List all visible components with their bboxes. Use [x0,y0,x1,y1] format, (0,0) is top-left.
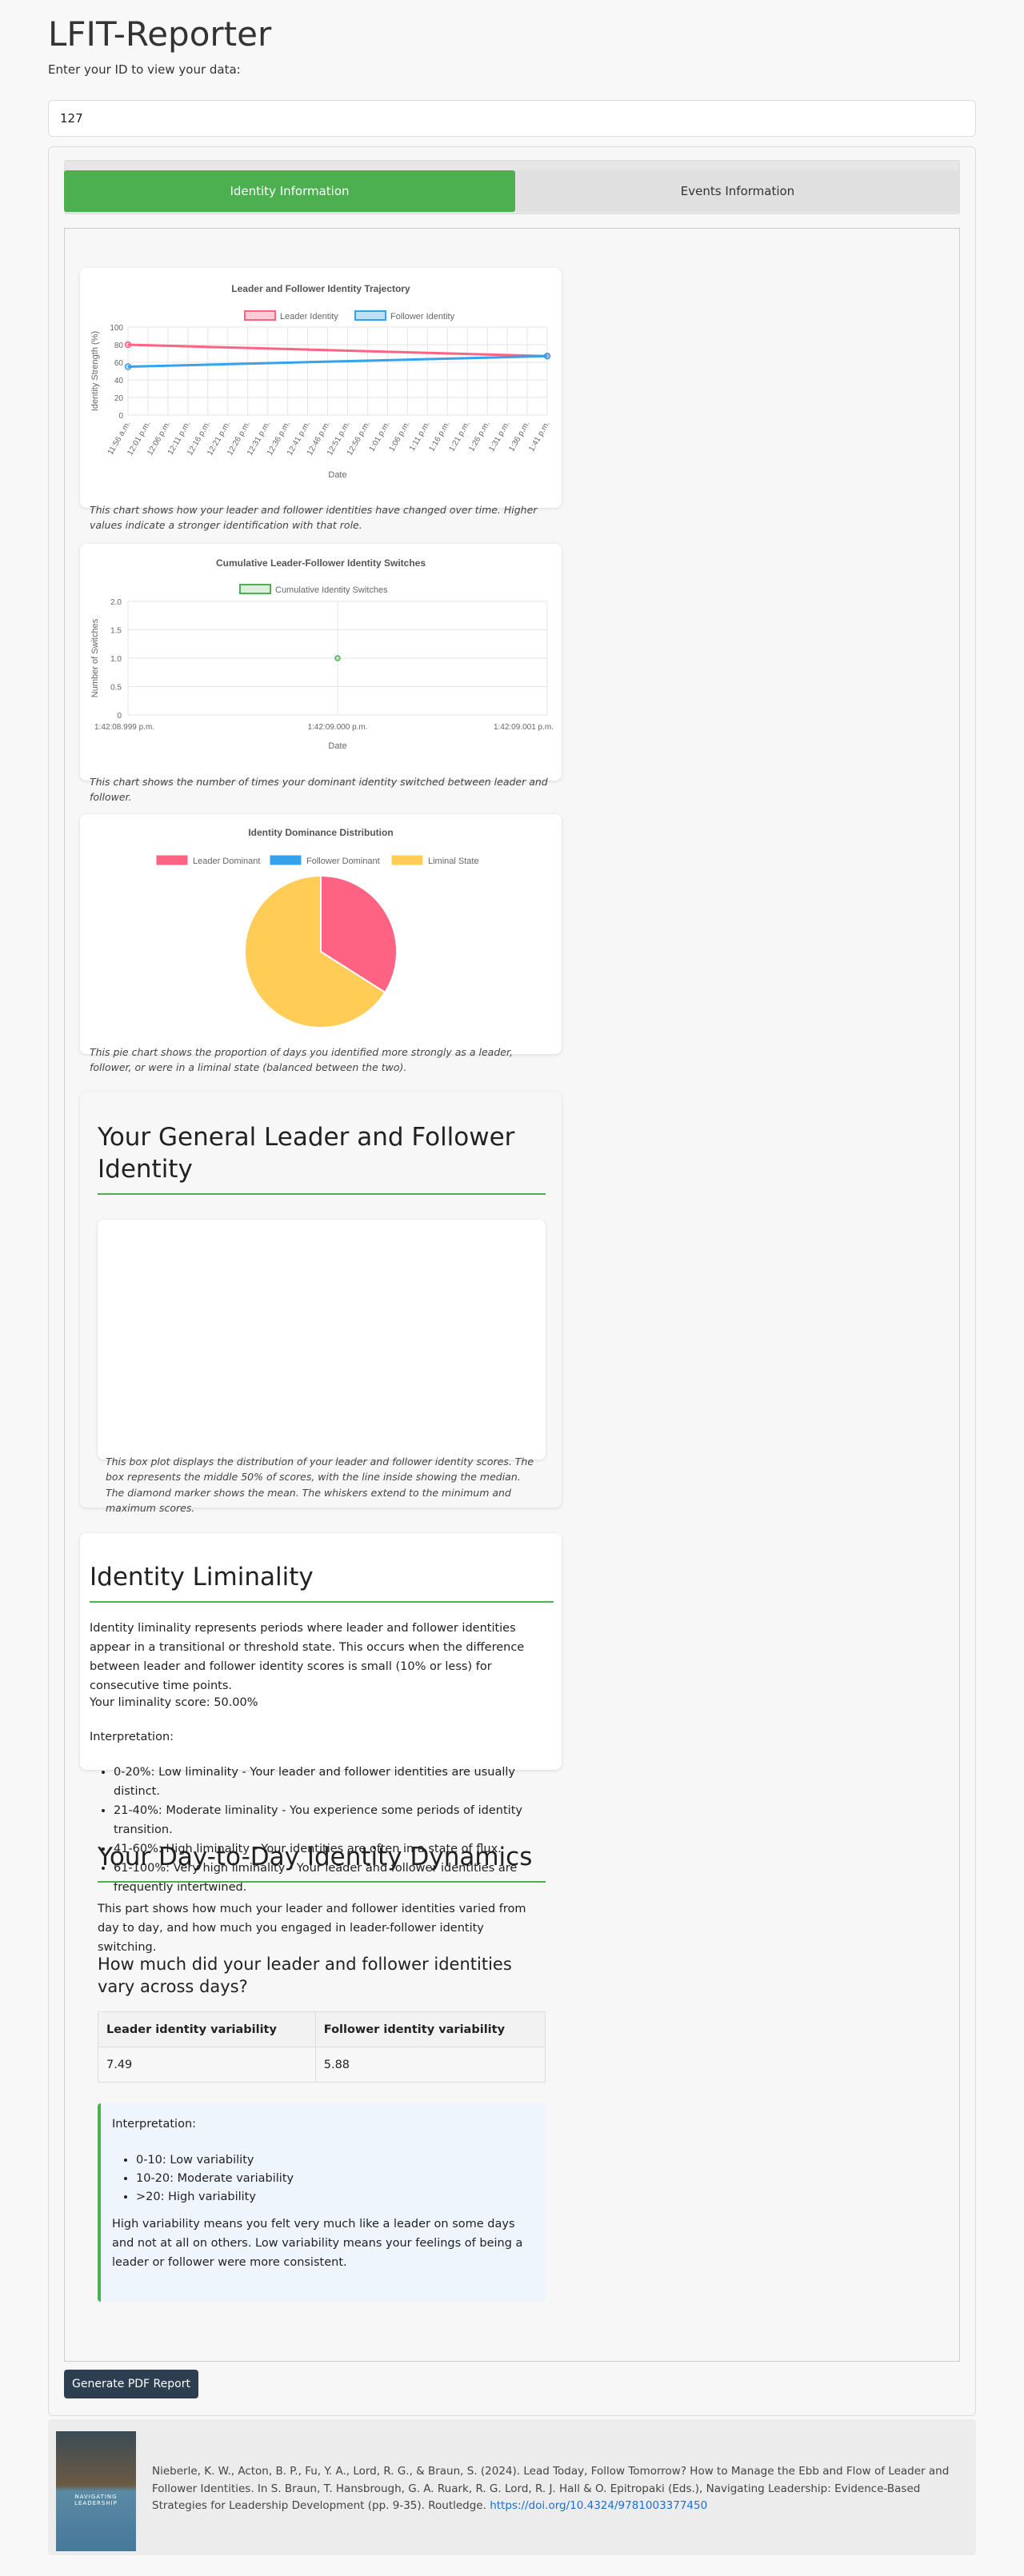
trajectory-chart-caption: This chart shows how your leader and fol… [90,504,538,532]
liminality-score: Your liminality score: 50.00% [90,1696,258,1709]
liminality-interpretation-label: Interpretation: [90,1731,174,1743]
legend-swatch [239,584,271,594]
variability-question: How much did your leader and follower id… [98,1955,512,1997]
box-plot-caption: This box plot displays the distribution … [106,1456,534,1515]
variability-explanation: High variability means you felt very muc… [112,2218,523,2269]
data-point [334,655,341,661]
general-identity-title: Your General Leader and Follower Identit… [98,1123,515,1184]
x-tick-label: 1:42:08.999 p.m. [94,723,154,732]
series-line [127,354,548,368]
liminality-title: Identity Liminality [90,1563,314,1592]
switches-chart-card: Cumulative Leader-Follower Identity Swit… [80,544,562,781]
tab-events-information[interactable]: Events Information [515,170,960,212]
list-item: 10-20: Moderate variability [136,2170,533,2188]
dynamics-interpretation-label: Interpretation: [112,2118,197,2131]
y-tick-label: 2.0 [110,598,122,607]
legend-swatch [244,310,276,321]
legend-label: Cumulative Identity Switches [275,585,388,595]
y-tick-label: 1.0 [110,655,122,664]
box-plot-area [98,1220,546,1460]
legend-label: Follower Identity [390,312,455,322]
list-item: >20: High variability [136,2188,533,2207]
y-axis-label: Identity Strength (%) [90,331,100,411]
section-divider [90,1601,554,1603]
y-tick-label: 60 [114,359,124,368]
data-point [543,353,551,360]
legend-swatch [391,855,423,865]
y-tick-label: 0.5 [110,684,122,693]
variability-list: 0-10: Low variability 10-20: Moderate va… [117,2151,533,2207]
switches-chart: Cumulative Leader-Follower Identity Swit… [90,557,554,751]
section-divider [98,1881,546,1883]
legend-label: Leader Dominant [193,857,260,866]
dominance-chart-card: Identity Dominance Distribution Leader Do… [80,814,562,1054]
trajectory-chart: Leader and Follower Identity Trajectory L… [90,283,552,480]
y-tick-label: 1.5 [110,627,122,636]
book-cover-text: NAVIGATING LEADERSHIP [74,2494,118,2506]
legend-swatch [354,310,386,321]
liminality-description: Identity liminality represents periods w… [90,1622,525,1692]
generate-pdf-button[interactable]: Generate PDF Report [64,2370,198,2398]
data-point [124,341,132,349]
switches-chart-caption: This chart shows the number of times you… [90,776,548,804]
legend-label: Leader Identity [280,312,338,322]
y-tick-label: 0 [117,712,122,721]
trajectory-chart-card: Leader and Follower Identity Trajectory L… [80,268,562,508]
y-tick-label: 0 [118,412,123,421]
x-axis-label: Date [328,470,346,480]
table-header-row: Leader identity variability Follower ide… [98,2011,546,2047]
tab-identity-information[interactable]: Identity Information [64,170,515,212]
list-item: 0-20%: Low liminality - Your leader and … [114,1763,560,1802]
doi-link[interactable]: https://doi.org/10.4324/9781003377450 [490,2499,707,2512]
y-tick-label: 40 [114,377,124,385]
chart-title: Identity Dominance Distribution [248,827,393,838]
y-tick-label: 80 [114,341,124,350]
citation: Nieberle, K. W., Acton, B. P., Fu, Y. A.… [152,2463,960,2515]
list-item: 0-10: Low variability [136,2151,533,2170]
table-header: Follower identity variability [314,2011,546,2047]
app-title: LFIT-Reporter [48,14,272,54]
chart-title: Cumulative Leader-Follower Identity Swit… [216,557,426,569]
x-axis-label: Date [328,741,346,751]
book-cover-image: NAVIGATING LEADERSHIP [56,2431,136,2551]
legend-label: Follower Dominant [306,857,380,866]
x-tick-label: 1:42:09.000 p.m. [307,723,367,732]
dynamics-title: Your Day-to-Day Identity Dynamics [98,1843,533,1871]
dominance-chart: Identity Dominance Distribution Leader Do… [156,827,479,1028]
dominance-chart-caption: This pie chart shows the proportion of d… [90,1046,513,1074]
y-tick-label: 20 [114,394,124,403]
y-axis-label: Number of Switches [90,618,100,697]
table-header: Leader identity variability [98,2011,316,2047]
dynamics-intro: This part shows how much your leader and… [98,1903,526,1954]
variability-table: Leader identity variability Follower ide… [98,2011,546,2083]
series-line [127,343,548,357]
section-divider [98,1193,546,1195]
follower-variability-value: 5.88 [314,2047,546,2083]
id-input[interactable] [48,100,976,137]
id-prompt-label: Enter your ID to view your data: [48,62,241,77]
chart-title: Leader and Follower Identity Trajectory [231,283,410,294]
leader-variability-value: 7.49 [98,2047,316,2083]
data-point [124,363,132,370]
legend-label: Liminal State [428,857,479,866]
list-item: 21-40%: Moderate liminality - You experi… [114,1802,560,1840]
y-tick-label: 100 [110,324,123,333]
legend-swatch [156,855,188,865]
table-row: 7.49 5.88 [98,2047,546,2083]
legend-swatch [270,855,302,865]
liminality-list: 0-20%: Low liminality - Your leader and … [94,1763,560,1897]
x-tick-label: 1:42:09.001 p.m. [494,723,554,732]
